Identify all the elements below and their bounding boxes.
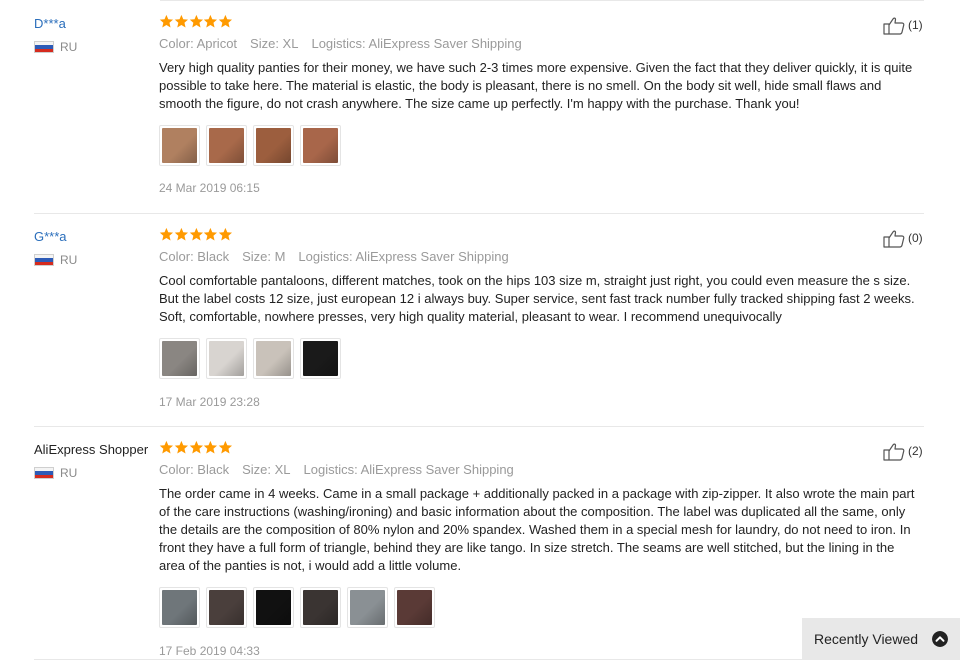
review-photo-thumbnail[interactable] — [206, 338, 247, 379]
star-icon — [174, 14, 188, 28]
size-attribute: Size: XL — [250, 36, 299, 51]
review-photo-thumbnail[interactable] — [253, 587, 294, 628]
country-code: RU — [60, 253, 78, 267]
helpful-count: (1) — [908, 18, 923, 32]
reviewer-country: RU — [34, 253, 77, 267]
review-photo-thumbnail[interactable] — [159, 125, 200, 166]
star-icon — [189, 440, 203, 454]
color-attribute: Color: Black — [159, 462, 230, 477]
star-rating — [159, 14, 233, 30]
review-photo-thumbnail[interactable] — [394, 587, 435, 628]
top-divider — [160, 0, 924, 1]
color-attribute: Color: Black — [159, 249, 230, 264]
review-photos — [159, 587, 441, 628]
helpful-button[interactable]: (0) — [882, 228, 923, 248]
review-meta: Color: Black Size: XL Logistics: AliExpres… — [159, 462, 527, 477]
review-photo-thumbnail[interactable] — [347, 587, 388, 628]
review-divider — [34, 426, 924, 427]
review-photos — [159, 338, 347, 379]
review-photo-thumbnail[interactable] — [159, 338, 200, 379]
star-icon — [174, 227, 188, 241]
country-code: RU — [60, 40, 78, 54]
russia-flag-icon — [34, 254, 54, 266]
review-photo-thumbnail[interactable] — [206, 125, 247, 166]
review-meta: Color: Apricot Size: XL Logistics: AliExpr… — [159, 36, 535, 51]
size-attribute: Size: XL — [242, 462, 291, 477]
star-icon — [218, 227, 233, 241]
star-icon — [159, 227, 174, 241]
reviewer-country: RU — [34, 466, 77, 480]
reviewer-country: RU — [34, 40, 77, 54]
star-icon — [159, 14, 174, 28]
color-attribute: Color: Apricot — [159, 36, 238, 51]
recently-viewed-button[interactable]: Recently Viewed — [802, 618, 960, 660]
reviewer-name[interactable]: D***a — [34, 15, 66, 33]
russia-flag-icon — [34, 467, 54, 479]
review-photo-thumbnail[interactable] — [253, 338, 294, 379]
thumbs-up-icon — [883, 17, 905, 35]
star-icon — [174, 440, 188, 454]
star-icon — [204, 440, 218, 454]
star-icon — [204, 227, 218, 241]
review-photo-thumbnail[interactable] — [159, 587, 200, 628]
chevron-up-icon — [932, 631, 948, 647]
review-photos — [159, 125, 347, 166]
star-rating — [159, 227, 233, 243]
review-date: 24 Mar 2019 06:15 — [159, 181, 260, 195]
helpful-button[interactable]: (1) — [882, 15, 923, 35]
helpful-count: (2) — [908, 444, 923, 458]
logistics-attribute: Logistics: AliExpress Saver Shipping — [298, 249, 509, 264]
review-meta: Color: Black Size: M Logistics: AliExpress… — [159, 249, 522, 264]
recently-viewed-label: Recently Viewed — [814, 631, 919, 647]
review-date: 17 Feb 2019 04:33 — [159, 644, 260, 658]
review-photo-thumbnail[interactable] — [300, 125, 341, 166]
russia-flag-icon — [34, 41, 54, 53]
size-attribute: Size: M — [242, 249, 286, 264]
logistics-attribute: Logistics: AliExpress Saver Shipping — [303, 462, 514, 477]
review-photo-thumbnail[interactable] — [300, 338, 341, 379]
review-text: Very high quality panties for their mone… — [159, 60, 913, 111]
reviewer-name[interactable]: AliExpress Shopper — [34, 441, 148, 459]
star-rating — [159, 440, 233, 456]
logistics-attribute: Logistics: AliExpress Saver Shipping — [311, 36, 522, 51]
review-photo-thumbnail[interactable] — [300, 587, 341, 628]
thumbs-up-icon — [883, 443, 905, 461]
star-icon — [218, 440, 233, 454]
review-date: 17 Mar 2019 23:28 — [159, 395, 260, 409]
review-divider — [34, 213, 924, 214]
star-icon — [204, 14, 218, 28]
review-photo-thumbnail[interactable] — [253, 125, 294, 166]
review-photo-thumbnail[interactable] — [206, 587, 247, 628]
star-icon — [189, 227, 203, 241]
star-icon — [159, 440, 174, 454]
helpful-count: (0) — [908, 231, 923, 245]
star-icon — [189, 14, 203, 28]
review-text: Cool comfortable pantaloons, different m… — [159, 273, 915, 324]
star-icon — [218, 14, 233, 28]
reviewer-name[interactable]: G***a — [34, 228, 67, 246]
thumbs-up-icon — [883, 230, 905, 248]
review-text: The order came in 4 weeks. Came in a sma… — [159, 486, 915, 573]
country-code: RU — [60, 466, 78, 480]
helpful-button[interactable]: (2) — [882, 441, 923, 461]
